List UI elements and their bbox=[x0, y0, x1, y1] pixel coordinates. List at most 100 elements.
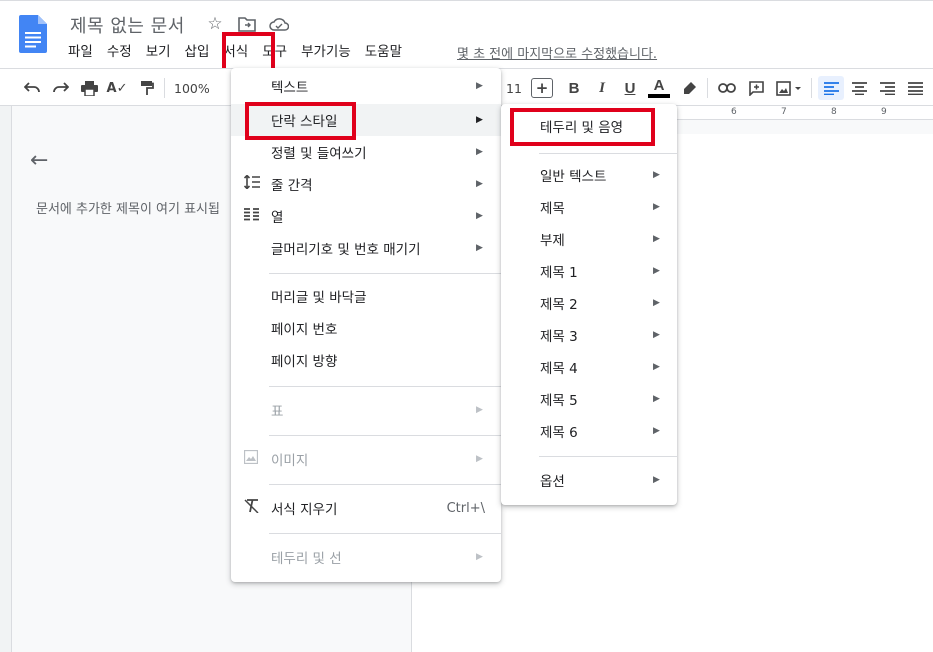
submenu-arrow-icon: ▶ bbox=[653, 170, 660, 180]
font-size-value: 11 bbox=[506, 80, 522, 96]
menu-divider bbox=[269, 533, 501, 534]
add-comment-icon[interactable] bbox=[744, 77, 768, 99]
submenu-arrow-icon: ▶ bbox=[653, 266, 660, 276]
move-folder-icon[interactable] bbox=[236, 13, 258, 35]
ruler-tick: 8 bbox=[831, 107, 837, 117]
cloud-saved-icon[interactable] bbox=[268, 13, 290, 35]
font-size-field[interactable]: 11 bbox=[503, 77, 525, 99]
clear-format-icon bbox=[244, 499, 260, 517]
submenu-arrow-icon: ▶ bbox=[476, 115, 483, 125]
plus-icon: + bbox=[535, 79, 549, 97]
italic-button[interactable]: I bbox=[591, 77, 613, 99]
menu-divider bbox=[269, 386, 501, 387]
horizontal-ruler[interactable]: 6 7 8 9 bbox=[676, 106, 933, 120]
underline-button[interactable]: U bbox=[619, 77, 641, 99]
menu-view[interactable]: 보기 bbox=[139, 41, 178, 63]
zoom-select[interactable]: 100% bbox=[174, 77, 232, 99]
menu-edit[interactable]: 수정 bbox=[100, 41, 139, 63]
submenu-arrow-icon: ▶ bbox=[653, 202, 660, 212]
submenu-item-heading-2[interactable]: 제목 2 ▶ bbox=[501, 287, 677, 319]
last-edit-link[interactable]: 몇 초 전에 마지막으로 수정했습니다. bbox=[457, 43, 657, 62]
menu-divider bbox=[269, 273, 501, 274]
ruler-tick: 7 bbox=[781, 107, 787, 117]
submenu-item-heading-6[interactable]: 제목 6 ▶ bbox=[501, 415, 677, 447]
submenu-arrow-icon: ▶ bbox=[476, 243, 483, 253]
menu-help[interactable]: 도움말 bbox=[358, 41, 409, 63]
outline-empty-hint: 문서에 추가한 제목이 여기 표시됩 bbox=[36, 202, 220, 217]
submenu-arrow-icon: ▶ bbox=[476, 179, 483, 189]
submenu-item-subtitle[interactable]: 부제 ▶ bbox=[501, 223, 677, 255]
text-color-bar bbox=[648, 94, 670, 98]
print-icon[interactable] bbox=[78, 77, 100, 99]
format-menu-item-header-footer[interactable]: 머리글 및 바닥글 bbox=[231, 280, 501, 312]
menu-insert[interactable]: 삽입 bbox=[178, 41, 217, 63]
underline-icon: U bbox=[624, 79, 636, 97]
menu-bar: 파일 수정 보기 삽입 서식 도구 부가기능 도움말 bbox=[61, 41, 409, 63]
format-menu-item-line-spacing[interactable]: 줄 간격 ▶ bbox=[231, 168, 501, 200]
format-menu-item-align-indent[interactable]: 정렬 및 들여쓰기 ▶ bbox=[231, 136, 501, 168]
undo-icon[interactable] bbox=[21, 77, 43, 99]
star-icon[interactable]: ☆ bbox=[204, 13, 226, 35]
submenu-item-normal-text[interactable]: 일반 텍스트 ▶ bbox=[501, 159, 677, 191]
redo-icon[interactable] bbox=[50, 77, 72, 99]
spellcheck-icon[interactable]: A✓ bbox=[106, 77, 128, 99]
toolbar-divider bbox=[707, 78, 708, 98]
submenu-item-heading-3[interactable]: 제목 3 ▶ bbox=[501, 319, 677, 351]
format-menu-item-columns[interactable]: 열 ▶ bbox=[231, 200, 501, 232]
format-menu-item-bullets-numbering[interactable]: 글머리기호 및 번호 매기기 ▶ bbox=[231, 232, 501, 264]
submenu-arrow-icon: ▶ bbox=[476, 81, 483, 91]
toolbar-divider bbox=[811, 78, 812, 98]
submenu-item-heading-4[interactable]: 제목 4 ▶ bbox=[501, 351, 677, 383]
submenu-arrow-icon: ▶ bbox=[653, 362, 660, 372]
ruler-tick: 6 bbox=[731, 107, 737, 117]
text-color-icon: A bbox=[653, 77, 665, 94]
bold-button[interactable]: B bbox=[563, 77, 585, 99]
insert-image-icon[interactable] bbox=[772, 77, 806, 99]
submenu-arrow-icon: ▶ bbox=[653, 394, 660, 404]
submenu-item-heading-1[interactable]: 제목 1 ▶ bbox=[501, 255, 677, 287]
menu-divider bbox=[539, 153, 677, 154]
format-menu-item-clear-formatting[interactable]: 서식 지우기 Ctrl+\ bbox=[231, 492, 501, 524]
submenu-arrow-icon: ▶ bbox=[653, 234, 660, 244]
image-icon bbox=[243, 449, 259, 468]
justify-icon[interactable] bbox=[904, 77, 926, 99]
format-menu-item-page-numbers[interactable]: 페이지 번호 bbox=[231, 312, 501, 344]
menu-file[interactable]: 파일 bbox=[61, 41, 100, 63]
google-docs-logo-icon[interactable] bbox=[19, 15, 47, 53]
submenu-arrow-icon: ▶ bbox=[653, 426, 660, 436]
format-menu-item-paragraph-styles[interactable]: 단락 스타일 ▶ bbox=[231, 104, 501, 136]
vertical-ruler[interactable] bbox=[0, 106, 12, 652]
submenu-arrow-icon: ▶ bbox=[476, 147, 483, 157]
format-menu-item-text[interactable]: 텍스트 ▶ bbox=[231, 70, 501, 102]
menu-divider bbox=[269, 435, 501, 436]
menu-format[interactable]: 서식 bbox=[216, 41, 255, 63]
toolbar-divider bbox=[164, 78, 165, 98]
submenu-item-heading-5[interactable]: 제목 5 ▶ bbox=[501, 383, 677, 415]
text-color-button[interactable]: A bbox=[647, 77, 671, 99]
highlight-color-icon[interactable] bbox=[678, 77, 700, 99]
menu-addons[interactable]: 부가기능 bbox=[294, 41, 358, 63]
increase-font-size-button[interactable]: + bbox=[531, 78, 553, 98]
align-left-icon[interactable] bbox=[818, 76, 844, 100]
arrow-back-icon[interactable]: ← bbox=[30, 148, 48, 173]
menu-divider bbox=[269, 484, 501, 485]
line-spacing-icon bbox=[243, 174, 260, 193]
link-icon[interactable] bbox=[715, 77, 739, 99]
submenu-item-options[interactable]: 옵션 ▶ bbox=[501, 464, 677, 496]
zoom-value: 100% bbox=[174, 80, 210, 96]
paint-format-icon[interactable] bbox=[136, 77, 158, 99]
align-right-icon[interactable] bbox=[876, 77, 898, 99]
submenu-arrow-icon: ▶ bbox=[653, 330, 660, 340]
columns-icon bbox=[244, 207, 259, 225]
format-menu-item-borders-lines: 테두리 및 선 ▶ bbox=[271, 551, 483, 567]
italic-icon: I bbox=[599, 79, 605, 96]
menu-tools[interactable]: 도구 bbox=[255, 41, 294, 63]
format-menu-item-image: 이미지 ▶ bbox=[231, 443, 501, 475]
format-menu-item-page-orientation[interactable]: 페이지 방향 bbox=[231, 344, 501, 376]
submenu-item-title[interactable]: 제목 ▶ bbox=[501, 191, 677, 223]
align-center-icon[interactable] bbox=[848, 77, 870, 99]
document-title[interactable]: 제목 없는 문서 bbox=[70, 12, 185, 38]
format-menu: 텍스트 ▶ 단락 스타일 ▶ 정렬 및 들여쓰기 ▶ 줄 간격 ▶ 열 ▶ 글머… bbox=[231, 68, 501, 582]
bold-icon: B bbox=[568, 79, 580, 97]
submenu-item-borders-shading[interactable]: 테두리 및 음영 bbox=[501, 110, 677, 142]
